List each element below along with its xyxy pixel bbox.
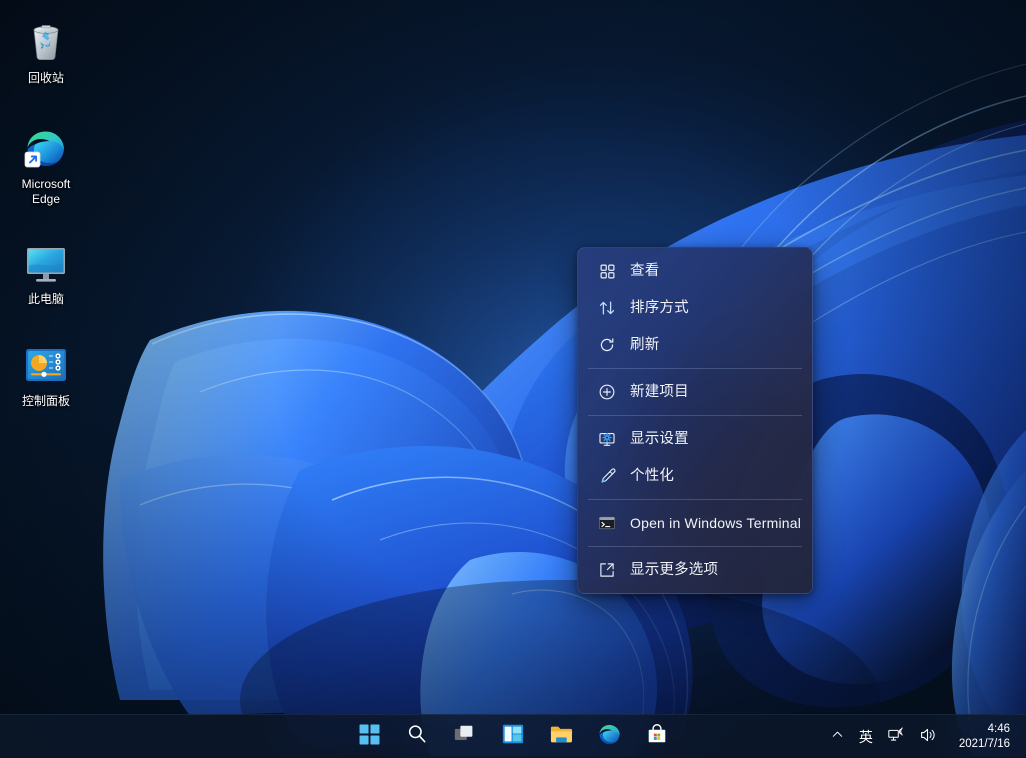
taskbar-start-button[interactable] [352, 720, 386, 754]
desktop-icon-control-panel[interactable]: 控制面板 [6, 335, 86, 413]
windows-start-icon [358, 723, 381, 751]
context-menu-item-label: 显示设置 [630, 430, 689, 448]
volume-icon [919, 726, 937, 749]
context-menu-item-view[interactable]: 查看 [582, 253, 808, 289]
context-menu-group: 显示设置 个性化 [578, 416, 812, 499]
display-settings-icon [596, 428, 618, 450]
context-menu-item-sort-by[interactable]: 排序方式 [582, 290, 808, 326]
context-menu-item-label: 排序方式 [630, 299, 689, 317]
taskbar-edge-button[interactable] [592, 720, 626, 754]
microsoft-store-icon [645, 722, 669, 751]
control-panel-icon [22, 341, 70, 389]
search-icon [406, 723, 428, 750]
desktop-wallpaper [0, 0, 1026, 758]
context-menu-item-label: 个性化 [630, 467, 674, 485]
context-menu-item-open-in-windows-terminal[interactable]: Open in Windows Terminal [582, 505, 808, 541]
desktop-context-menu[interactable]: 查看 排序方式 刷新 [577, 247, 813, 594]
desktop-icon-label: Microsoft Edge [8, 177, 84, 207]
task-view-icon [453, 722, 477, 751]
desktop-icon-label: 控制面板 [22, 394, 70, 409]
context-menu-item-new[interactable]: 新建项目 [582, 374, 808, 410]
file-explorer-icon [549, 722, 574, 752]
desktop-screen: 回收站 [0, 0, 1026, 758]
context-menu-item-personalize[interactable]: 个性化 [582, 458, 808, 494]
microsoft-edge-icon [597, 722, 622, 752]
this-pc-icon [22, 239, 70, 287]
tray-network-button[interactable] [881, 720, 911, 754]
context-menu-group: Open in Windows Terminal [578, 500, 812, 546]
desktop-icon-label: 回收站 [28, 71, 64, 86]
clock-time: 4:46 [988, 722, 1010, 737]
taskbar: 英 [0, 714, 1026, 758]
grid-view-icon [596, 260, 618, 282]
clock-date: 2021/7/16 [959, 737, 1010, 752]
recycle-bin-icon [22, 18, 70, 66]
context-menu-group: 查看 排序方式 刷新 [578, 248, 812, 368]
taskbar-microsoft-store-button[interactable] [640, 720, 674, 754]
taskbar-file-explorer-button[interactable] [544, 720, 578, 754]
widgets-icon [501, 722, 525, 751]
taskbar-widgets-button[interactable] [496, 720, 530, 754]
context-menu-item-label: 查看 [630, 262, 659, 280]
taskbar-task-view-button[interactable] [448, 720, 482, 754]
chevron-up-icon [830, 727, 845, 747]
desktop-icon-microsoft-edge[interactable]: Microsoft Edge [6, 118, 86, 211]
context-menu-item-label: Open in Windows Terminal [630, 514, 801, 532]
context-menu-item-show-more-options[interactable]: 显示更多选项 [582, 552, 808, 588]
system-tray: 英 [824, 715, 1018, 758]
desktop-icon-column: 回收站 [0, 0, 92, 423]
tray-volume-button[interactable] [913, 720, 943, 754]
context-menu-item-refresh[interactable]: 刷新 [582, 327, 808, 363]
desktop-icon-this-pc[interactable]: 此电脑 [6, 233, 86, 311]
taskbar-search-button[interactable] [400, 720, 434, 754]
plus-circle-icon [596, 381, 618, 403]
network-icon [887, 726, 905, 749]
context-menu-item-label: 刷新 [630, 336, 659, 354]
desktop-icon-recycle-bin[interactable]: 回收站 [6, 12, 86, 90]
context-menu-item-display-settings[interactable]: 显示设置 [582, 421, 808, 457]
microsoft-edge-icon [22, 124, 70, 172]
tray-overflow-button[interactable] [824, 720, 851, 754]
tray-ime-button[interactable]: 英 [853, 720, 879, 754]
tray-ime-label: 英 [859, 727, 873, 747]
context-menu-item-label: 新建项目 [630, 383, 689, 401]
sort-arrows-icon [596, 297, 618, 319]
context-menu-group: 新建项目 [578, 369, 812, 415]
show-more-options-icon [596, 559, 618, 581]
desktop-icon-label: 此电脑 [28, 292, 64, 307]
terminal-icon [596, 512, 618, 534]
paintbrush-icon [596, 465, 618, 487]
refresh-icon [596, 334, 618, 356]
context-menu-group: 显示更多选项 [578, 547, 812, 593]
taskbar-clock[interactable]: 4:46 2021/7/16 [949, 715, 1018, 758]
wallpaper-bloom-artwork [0, 0, 1026, 758]
context-menu-item-label: 显示更多选项 [630, 561, 718, 579]
